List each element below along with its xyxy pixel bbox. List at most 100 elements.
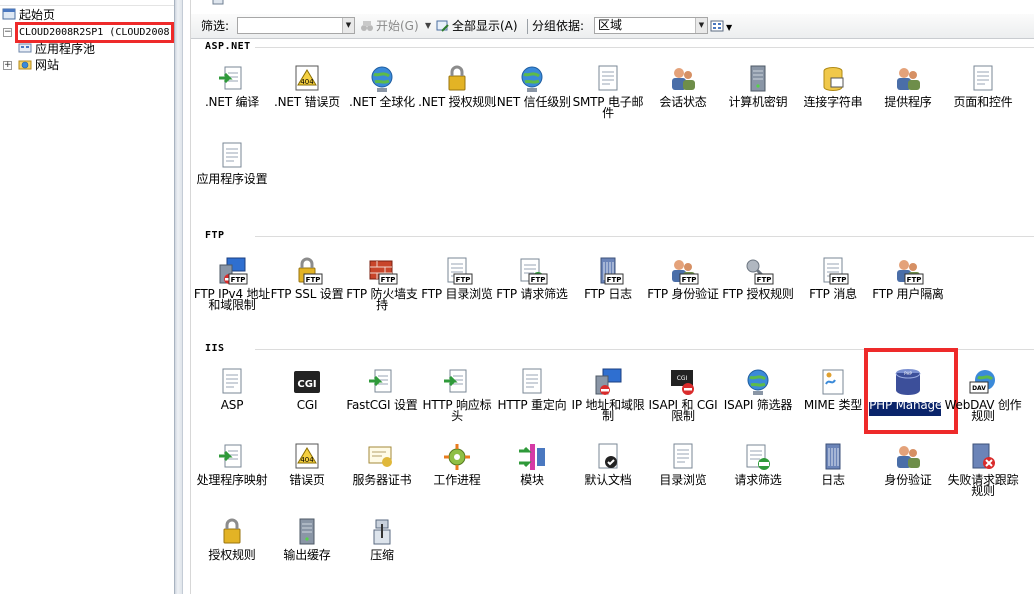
feature-tile-label: IP 地址和域限制 xyxy=(571,398,645,423)
feature-tile-mime-type[interactable]: MIME 类型 xyxy=(795,366,871,440)
tree-node-sites[interactable]: 网站 xyxy=(18,57,59,73)
feature-tile-server-cert[interactable]: 服务器证书 xyxy=(344,441,420,515)
feature-tile-machine-key[interactable]: 计算机密钥 xyxy=(720,63,796,137)
feature-tile-ftp-authz[interactable]: FTP FTP 授权规则 xyxy=(720,255,796,329)
feature-tile-session-state[interactable]: 会话状态 xyxy=(645,63,721,137)
show-all-button[interactable]: 全部显示(A) xyxy=(436,14,518,38)
feature-tile-log[interactable]: 日志 xyxy=(795,441,871,515)
php-manager-icon: PHP xyxy=(895,369,921,395)
tree-node-server[interactable]: CLOUD2008R2SP1 (CLOUD2008 xyxy=(15,22,174,43)
feature-tile-failed-request[interactable]: 失败请求跟踪规则 xyxy=(945,441,1021,515)
ftp-log-icon: FTP xyxy=(600,257,624,285)
modules-icon xyxy=(519,444,545,470)
server-cert-icon xyxy=(368,446,392,467)
feature-tile-net-globalization[interactable]: .NET 全球化 xyxy=(344,63,420,137)
feature-tile-label: 处理程序映射 xyxy=(196,473,268,487)
svg-text:404: 404 xyxy=(300,78,314,86)
svg-text:FTP: FTP xyxy=(306,276,321,284)
feature-tile-app-settings[interactable]: 应用程序设置 xyxy=(194,140,270,214)
start-filter-button[interactable]: 开始(G) xyxy=(360,14,419,38)
feature-tile-ftp-message[interactable]: FTP FTP 消息 xyxy=(795,255,871,329)
feature-tile-smtp-email[interactable]: SMTP 电子邮件 xyxy=(570,63,646,137)
feature-tile-error-page[interactable]: 404 错误页 xyxy=(269,441,345,515)
feature-tile-php-manager[interactable]: PHP PHP Manager xyxy=(869,366,947,440)
start-dropdown-arrow[interactable]: ▼ xyxy=(425,14,431,38)
feature-tile-connection-string[interactable]: 连接字符串 xyxy=(795,63,871,137)
feature-tile-label: HTTP 重定向 xyxy=(497,398,567,412)
worker-process-icon xyxy=(444,444,470,470)
filter-dropdown-arrow[interactable]: ▼ xyxy=(342,18,354,33)
view-mode-button[interactable]: ▼ xyxy=(710,14,732,38)
feature-tile-ftp-user-isolation[interactable]: FTP FTP 用户隔离 xyxy=(870,255,946,329)
ftp-dir-browse-icon: FTP xyxy=(447,257,473,285)
feature-tile-label: CGI xyxy=(296,398,318,412)
ftp-ssl-icon: FTP xyxy=(298,257,323,285)
group-by-dropdown-arrow[interactable]: ▼ xyxy=(695,18,707,33)
feature-tile-label: FastCGI 设置 xyxy=(346,398,418,412)
feature-tile-isapi-cgi[interactable]: CGI ISAPI 和 CGI 限制 xyxy=(645,366,721,440)
feature-tile-net-trust[interactable]: .NET 信任级别 xyxy=(493,63,571,137)
group-by-value: 区域 xyxy=(598,18,623,32)
feature-tile-label: FTP 请求筛选 xyxy=(496,287,568,301)
sites-expand-toggle[interactable]: + xyxy=(3,61,12,70)
feature-tile-label: 失败请求跟踪规则 xyxy=(947,473,1019,498)
authz-icon xyxy=(223,518,241,544)
feature-tile-label: 授权规则 xyxy=(208,548,256,562)
feature-tile-ftp-ssl[interactable]: FTP FTP SSL 设置 xyxy=(269,255,345,329)
feature-tile-isapi-filter[interactable]: ISAPI 筛选器 xyxy=(720,366,796,440)
filter-input[interactable]: ▼ xyxy=(237,17,355,34)
handler-map-icon xyxy=(219,444,242,468)
feature-tile-request-filter[interactable]: 请求筛选 xyxy=(720,441,796,515)
show-all-icon xyxy=(436,20,449,32)
feature-tile-asp[interactable]: ASP xyxy=(194,366,270,440)
feature-tile-label: 输出缓存 xyxy=(283,548,331,562)
feature-tile-label: 默认文档 xyxy=(584,473,632,487)
feature-tile-net-authorization[interactable]: .NET 授权规则 xyxy=(418,63,496,137)
tree-node-app-pools[interactable]: 应用程序池 xyxy=(18,41,95,57)
feature-tile-label: 应用程序设置 xyxy=(196,172,268,186)
svg-text:DAV: DAV xyxy=(972,385,986,392)
feature-tile-ftp-firewall[interactable]: FTP FTP 防火墙支持 xyxy=(344,255,420,329)
feature-tile-fastcgi[interactable]: FastCGI 设置 xyxy=(344,366,420,440)
feature-tile-output-cache[interactable]: 输出缓存 xyxy=(269,516,345,590)
net-error-page-icon: 404 xyxy=(295,65,319,91)
net-globalization-icon xyxy=(371,66,393,92)
tree-label-app-pools: 应用程序池 xyxy=(35,42,96,56)
feature-tile-default-doc[interactable]: 默认文档 xyxy=(570,441,646,515)
feature-tile-authz[interactable]: 授权规则 xyxy=(194,516,270,590)
feature-tile-label: SMTP 电子邮件 xyxy=(572,95,644,120)
app-settings-icon xyxy=(222,142,242,168)
feature-tile-webdav[interactable]: DAV WebDAV 创作规则 xyxy=(945,366,1022,440)
feature-tile-http-redirect[interactable]: HTTP 重定向 xyxy=(494,366,570,440)
feature-tile-label: 服务器证书 xyxy=(352,473,412,487)
feature-tile-net-error-page[interactable]: 404 .NET 错误页 xyxy=(269,63,345,137)
ftp-request-filter-icon: FTP xyxy=(520,258,548,285)
providers-icon xyxy=(897,68,920,90)
feature-tile-label: FTP SSL 设置 xyxy=(270,287,344,301)
feature-tile-pages-controls[interactable]: 页面和控件 xyxy=(945,63,1021,137)
feature-tile-ftp-dir-browse[interactable]: FTP FTP 目录浏览 xyxy=(419,255,495,329)
feature-tile-handler-map[interactable]: 处理程序映射 xyxy=(194,441,270,515)
pane-splitter[interactable] xyxy=(174,0,183,594)
feature-tile-worker-process[interactable]: 工作进程 xyxy=(419,441,495,515)
server-collapse-toggle[interactable]: − xyxy=(3,28,12,37)
view-mode-dropdown-arrow[interactable]: ▼ xyxy=(726,23,732,32)
tree-node-start-page[interactable]: 起始页 xyxy=(2,7,55,23)
feature-tile-dir-browse[interactable]: 目录浏览 xyxy=(645,441,721,515)
feature-tile-modules[interactable]: 模块 xyxy=(494,441,570,515)
feature-tile-ip-restrict[interactable]: IP 地址和域限制 xyxy=(570,366,646,440)
svg-text:FTP: FTP xyxy=(456,276,471,284)
feature-tile-net-compile[interactable]: .NET 编译 xyxy=(194,63,270,137)
feature-tile-http-headers[interactable]: HTTP 响应标头 xyxy=(419,366,495,440)
feature-tile-label: FTP 用户隔离 xyxy=(872,287,944,301)
feature-tile-ftp-request-filter[interactable]: FTP FTP 请求筛选 xyxy=(494,255,570,329)
feature-tile-ftp-ipv4[interactable]: FTP FTP IPv4 地址和域限制 xyxy=(194,255,270,329)
feature-tile-providers[interactable]: 提供程序 xyxy=(870,63,946,137)
feature-tile-ftp-log[interactable]: FTP FTP 日志 xyxy=(570,255,646,329)
feature-tile-auth[interactable]: 身份验证 xyxy=(870,441,946,515)
group-by-select[interactable]: 区域 ▼ xyxy=(594,17,708,34)
feature-tile-compression[interactable]: 压缩 xyxy=(344,516,420,590)
feature-tile-ftp-auth[interactable]: FTP FTP 身份验证 xyxy=(645,255,721,329)
ftp-ipv4-icon: FTP xyxy=(219,257,248,285)
feature-tile-cgi[interactable]: CGI CGI xyxy=(269,366,345,440)
